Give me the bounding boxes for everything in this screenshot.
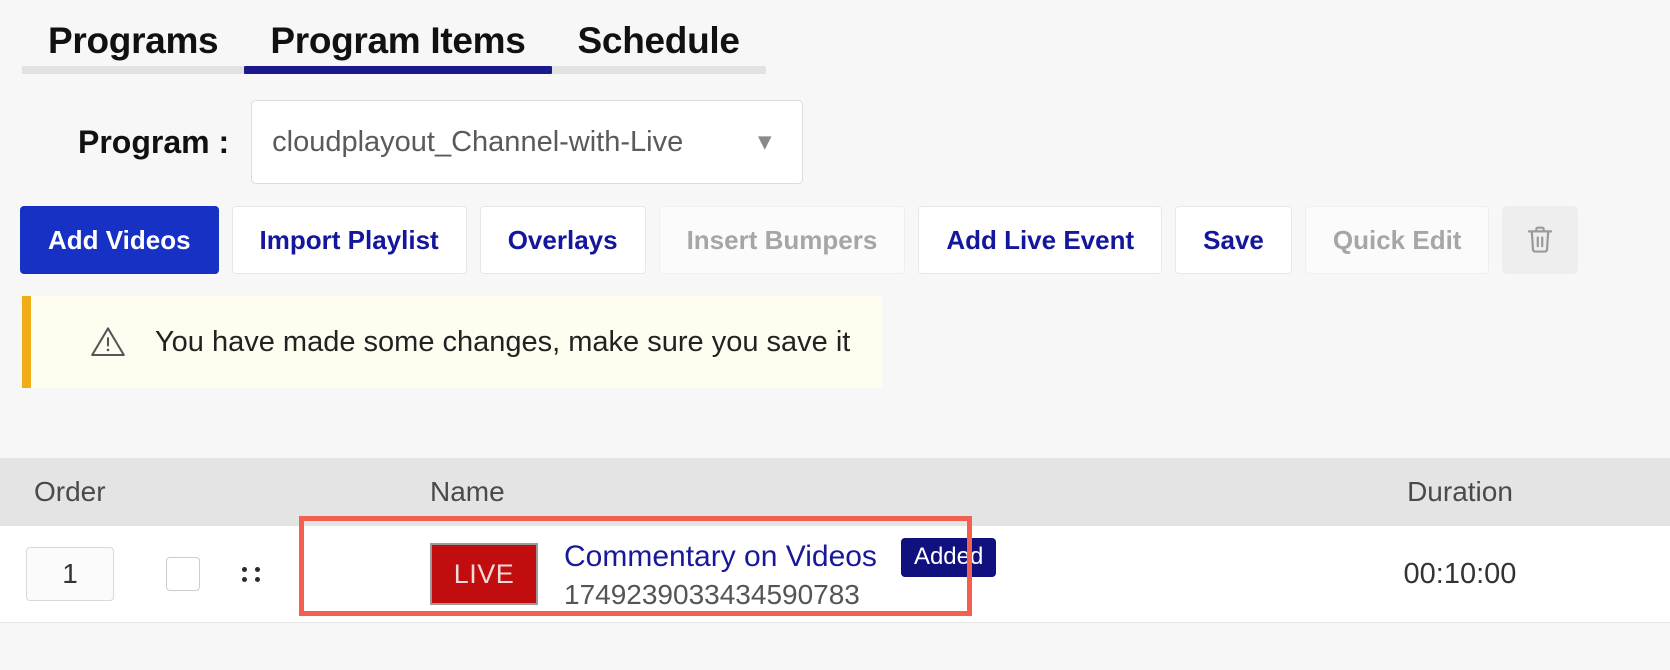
order-input[interactable]: 1 (26, 547, 114, 601)
delete-button[interactable] (1502, 206, 1578, 274)
item-id: 1749239033434590783 (564, 579, 996, 611)
quick-edit-button: Quick Edit (1305, 206, 1490, 274)
column-header-duration: Duration (1250, 476, 1670, 508)
item-title-line: Commentary on Videos Added (564, 538, 996, 577)
item-details: Commentary on Videos Added 1749239033434… (564, 538, 996, 611)
duration-cell: 00:10:00 (1250, 558, 1670, 591)
add-videos-button[interactable]: Add Videos (20, 206, 219, 274)
tab-schedule[interactable]: Schedule (552, 20, 766, 74)
live-thumbnail: LIVE (430, 543, 538, 605)
live-badge-label: LIVE (454, 559, 515, 590)
order-cell: 1 (0, 547, 430, 601)
name-cell: LIVE Commentary on Videos Added 17492390… (430, 526, 1250, 622)
tab-programs-label: Programs (48, 20, 218, 61)
row-select-checkbox[interactable] (166, 557, 200, 591)
tab-program-items[interactable]: Program Items (244, 20, 551, 74)
unsaved-changes-alert: You have made some changes, make sure yo… (22, 296, 882, 388)
item-title-link[interactable]: Commentary on Videos (564, 540, 877, 574)
column-header-order: Order (0, 476, 430, 508)
tab-program-items-underline (244, 66, 551, 74)
tab-schedule-underline (552, 66, 766, 74)
tab-programs-underline (22, 66, 244, 74)
program-items-table: Order Name Duration 1 LIVE Commentary on… (0, 458, 1670, 623)
import-playlist-button[interactable]: Import Playlist (232, 206, 467, 274)
status-badge: Added (901, 538, 996, 577)
chevron-down-icon: ▼ (753, 131, 776, 154)
add-live-event-button[interactable]: Add Live Event (918, 206, 1162, 274)
main-tabs: Programs Program Items Schedule (0, 0, 1670, 74)
alert-message: You have made some changes, make sure yo… (155, 326, 850, 359)
tab-programs[interactable]: Programs (22, 20, 244, 74)
program-items-page: Programs Program Items Schedule Program … (0, 0, 1670, 670)
tab-schedule-label: Schedule (578, 20, 740, 61)
drag-handle-icon[interactable] (242, 567, 262, 582)
save-button[interactable]: Save (1175, 206, 1292, 274)
warning-triangle-icon (89, 323, 127, 361)
program-dropdown-value: cloudplayout_Channel-with-Live (252, 126, 683, 159)
overlays-button[interactable]: Overlays (480, 206, 646, 274)
table-row: 1 LIVE Commentary on Videos Added 174923… (0, 526, 1670, 623)
tab-program-items-label: Program Items (270, 20, 525, 61)
trash-icon (1525, 224, 1555, 256)
column-header-name: Name (430, 476, 1250, 508)
insert-bumpers-button: Insert Bumpers (659, 206, 906, 274)
program-dropdown[interactable]: cloudplayout_Channel-with-Live ▼ (251, 100, 803, 184)
program-selector-row: Program : cloudplayout_Channel-with-Live… (0, 100, 1670, 184)
action-toolbar: Add Videos Import Playlist Overlays Inse… (0, 206, 1670, 274)
program-label: Program : (78, 124, 229, 161)
table-header-row: Order Name Duration (0, 458, 1670, 526)
